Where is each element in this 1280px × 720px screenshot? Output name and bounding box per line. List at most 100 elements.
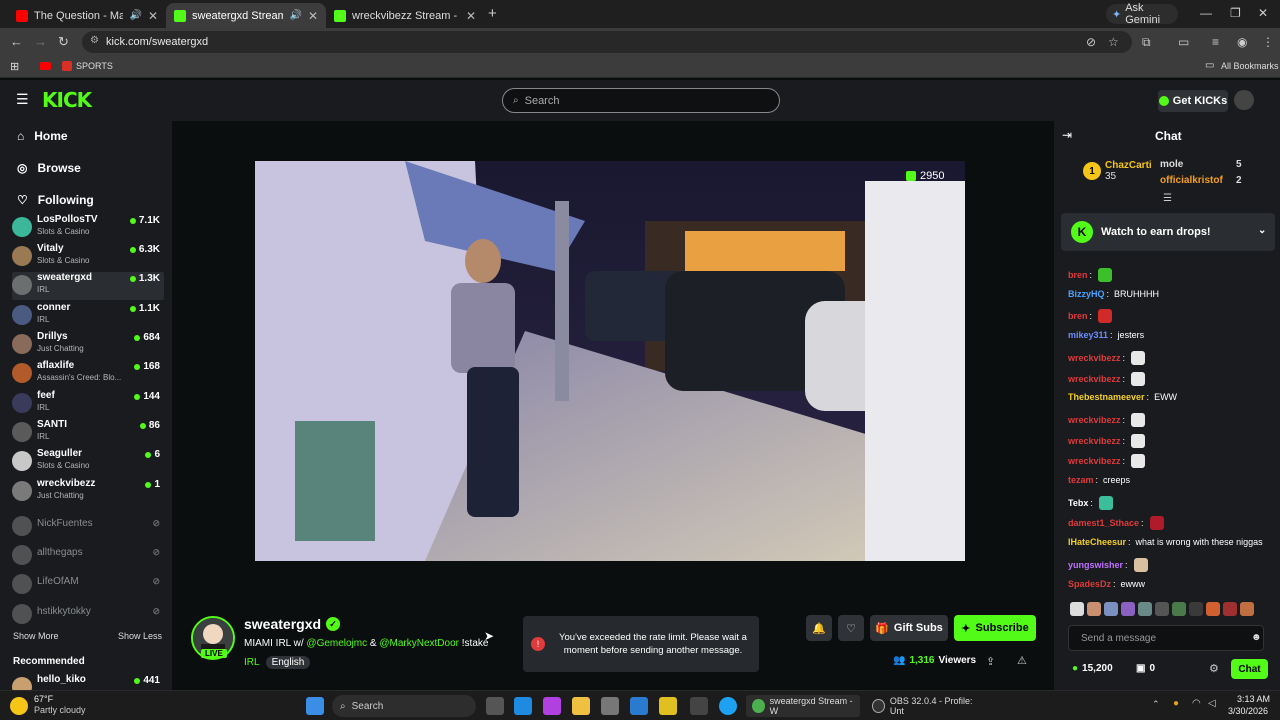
drops-banner[interactable]: K Watch to earn drops! ⌄ (1061, 213, 1275, 251)
chat-message[interactable]: bren: (1068, 268, 1113, 282)
sidebar-channel-offline[interactable]: LifeOfAM ⊘ (12, 571, 164, 594)
video-player[interactable] (255, 161, 965, 561)
user-avatar[interactable] (1234, 90, 1254, 110)
share-icon[interactable]: ⇪ (986, 655, 995, 668)
all-bookmarks[interactable]: All Bookmarks (1221, 61, 1279, 71)
emote-icon[interactable] (1104, 602, 1118, 616)
windows-start-icon[interactable] (306, 697, 324, 715)
restore-icon[interactable]: ❐ (1230, 6, 1241, 20)
emote-icon[interactable] (1138, 602, 1152, 616)
get-kicks-button[interactable]: Get KICKs (1158, 90, 1228, 112)
sidebar-item-home[interactable]: ⌂ Home (17, 129, 68, 143)
task-view-icon[interactable] (486, 697, 504, 715)
app-icon[interactable] (659, 697, 677, 715)
emote-icon[interactable] (1155, 602, 1169, 616)
edge-icon[interactable] (514, 697, 532, 715)
sidebar-item-following[interactable]: ♡ Following (17, 193, 94, 207)
tab-sweatergxd[interactable]: sweatergxd Stream - Watch 🔊 ✕ (166, 3, 326, 28)
clock-date[interactable]: 3/30/2026 (1228, 706, 1268, 716)
menu-icon[interactable]: ⋮ (1262, 35, 1274, 49)
chat-username[interactable]: wreckvibezz (1068, 353, 1121, 363)
gift-balance[interactable]: ▣ 0 (1136, 663, 1155, 674)
chat-message[interactable]: bren: (1068, 309, 1113, 323)
chat-username[interactable]: SpadesDz (1068, 579, 1111, 589)
sidebar-channel[interactable]: Vitaly Slots & Casino 6.3K (12, 243, 164, 271)
chat-username[interactable]: wreckvibezz (1068, 415, 1121, 425)
eye-off-icon[interactable]: ⊘ (1086, 35, 1096, 49)
chat-message[interactable]: wreckvibezz: (1068, 372, 1146, 386)
subscribe-button[interactable]: ✦ Subscribe (954, 615, 1036, 641)
emote-icon[interactable] (1240, 602, 1254, 616)
ask-gemini-button[interactable]: ✦ Ask Gemini (1106, 2, 1178, 26)
settings-gear-icon[interactable]: ⚙ (1209, 662, 1219, 675)
sidebar-channel[interactable]: conner IRL 1.1K (12, 302, 164, 330)
mention-link[interactable]: @MarkyNextDoor (379, 638, 459, 649)
chat-username[interactable]: damest1_Sthace (1068, 518, 1139, 528)
recommended-channel[interactable]: hello_kiko 441 (12, 674, 164, 690)
chat-message[interactable]: wreckvibezz: (1068, 434, 1146, 448)
forward-icon[interactable]: → (34, 34, 47, 49)
minimize-icon[interactable]: — (1200, 6, 1212, 20)
chat-username[interactable]: bren (1068, 311, 1088, 321)
profile-icon[interactable]: ◉ (1237, 35, 1247, 49)
chat-username[interactable]: tezam (1068, 475, 1094, 485)
leader-name[interactable]: mole (1160, 159, 1183, 170)
url-field[interactable]: ⚙ kick.com/sweatergxd (82, 31, 1132, 53)
streamer-name[interactable]: sweatergxd (244, 616, 321, 632)
chat-message[interactable]: damest1_Sthace: (1068, 516, 1164, 530)
sidebar-item-browse[interactable]: ◎ Browse (17, 161, 81, 175)
back-icon[interactable]: ← (10, 34, 23, 49)
sidebar-channel[interactable]: aflaxlife Assassin's Creed: Blo... 168 (12, 360, 164, 388)
emote-icon[interactable] (1223, 602, 1237, 616)
extensions-icon[interactable]: ⧉ (1142, 35, 1151, 50)
tab-youtube[interactable]: The Question - Mac Miller 🔊 ✕ (8, 3, 166, 28)
chat-message[interactable]: Thebestnameever: EWW (1068, 392, 1177, 402)
taskbar-obs-window[interactable]: OBS 32.0.4 - Profile: Unt (866, 695, 986, 717)
mic-icon[interactable]: ● (1173, 698, 1179, 709)
mention-link[interactable]: @Gemelojmc (306, 638, 367, 649)
collapse-chat-icon[interactable]: ⇥ (1062, 128, 1072, 142)
chat-message[interactable]: SpadesDz: ewww (1068, 579, 1145, 589)
chat-message[interactable]: mikey311: jesters (1068, 330, 1144, 340)
chat-message[interactable]: BizzyHQ: BRUHHHH (1068, 289, 1159, 299)
cast-icon[interactable]: ▭ (1178, 35, 1189, 49)
chat-username[interactable]: Tebx (1068, 498, 1088, 508)
wifi-icon[interactable]: ◠ (1192, 698, 1201, 709)
kicks-balance[interactable]: ● 15,200 (1072, 663, 1113, 674)
reading-list-icon[interactable]: ≡ (1212, 35, 1219, 49)
emote-icon[interactable] (1206, 602, 1220, 616)
youtube-bookmark-icon[interactable] (40, 62, 51, 70)
chat-message[interactable]: IHateCheesur: what is wrong with these ni… (1068, 537, 1263, 547)
chat-username[interactable]: wreckvibezz (1068, 374, 1121, 384)
store-icon[interactable] (601, 697, 619, 715)
search-input[interactable]: ⌕ Search (502, 88, 780, 113)
sidebar-channel[interactable]: LosPollosTV Slots & Casino 7.1K (12, 214, 164, 242)
taskbar-chrome-window[interactable]: sweatergxd Stream - W (746, 695, 860, 717)
leader-name[interactable]: officialkristof (1160, 175, 1223, 186)
bookmark-sports[interactable]: SPORTS (76, 61, 113, 71)
sidebar-channel[interactable]: feef IRL 144 (12, 390, 164, 418)
sidebar-channel[interactable]: Drillys Just Chatting 684 (12, 331, 164, 359)
notification-bell-button[interactable]: 🔔 (806, 615, 832, 641)
tab-wreckvibezz[interactable]: wreckvibezz Stream - Watch Li ✕ (326, 3, 484, 28)
tray-chevron-icon[interactable]: ⌃ (1152, 699, 1160, 710)
follow-button[interactable]: ♡ (838, 615, 864, 641)
close-tab-icon[interactable]: ✕ (308, 9, 318, 23)
expand-leaderboard-icon[interactable]: ☰ (1163, 193, 1172, 204)
chat-username[interactable]: BizzyHQ (1068, 289, 1105, 299)
reload-icon[interactable]: ↻ (58, 34, 69, 50)
sidebar-channel[interactable]: wreckvibezz Just Chatting 1 (12, 478, 164, 506)
emote-icon[interactable] (1087, 602, 1101, 616)
language-tag[interactable]: English (265, 656, 311, 669)
weather-icon[interactable] (10, 697, 28, 715)
chat-message[interactable]: wreckvibezz: (1068, 454, 1146, 468)
twitter-icon[interactable] (719, 697, 737, 715)
emote-icon[interactable] (1172, 602, 1186, 616)
emote-icon[interactable] (1070, 602, 1084, 616)
chat-message[interactable]: yungswisher: (1068, 558, 1148, 572)
sidebar-channel[interactable]: sweatergxd IRL 1.3K (12, 272, 164, 300)
emote-icon[interactable] (1121, 602, 1135, 616)
emoji-icon[interactable]: ☻ (1251, 632, 1262, 643)
chat-message[interactable]: wreckvibezz: (1068, 413, 1146, 427)
close-window-icon[interactable]: ✕ (1258, 6, 1268, 20)
